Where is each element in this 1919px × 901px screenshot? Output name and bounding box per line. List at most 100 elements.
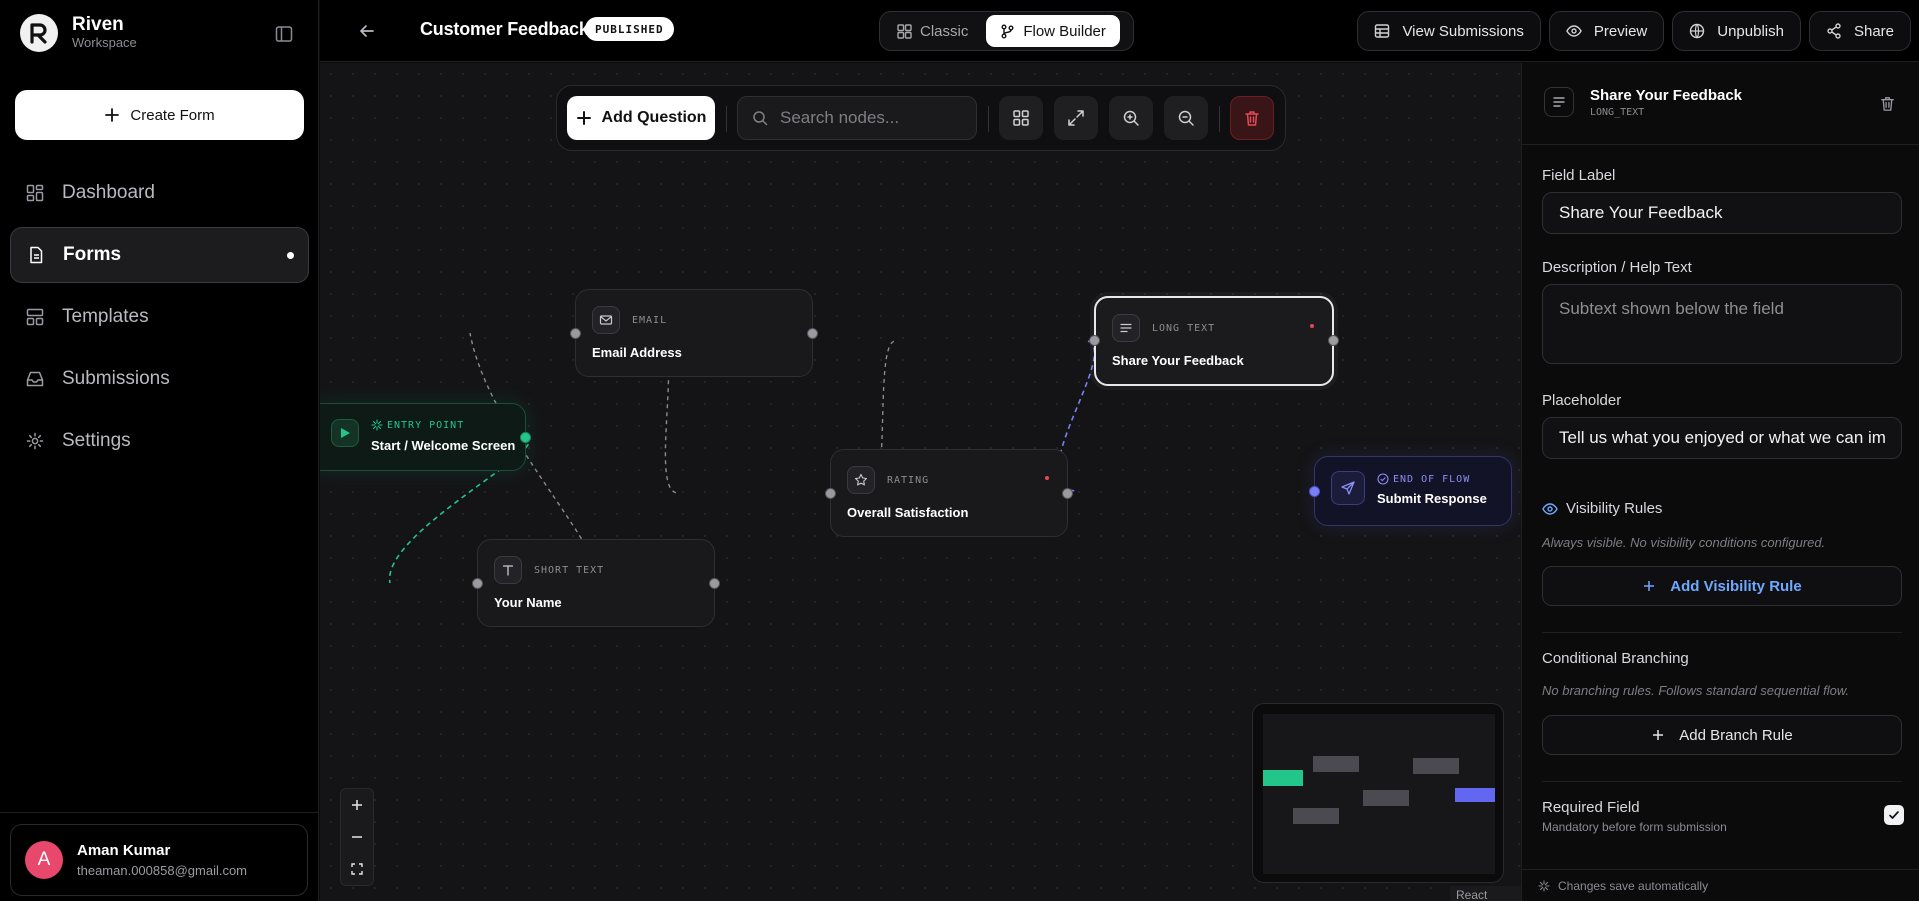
user-email: theaman.000858@gmail.com: [77, 863, 248, 878]
node-output-handle[interactable]: [1328, 335, 1339, 346]
node-input-handle[interactable]: [1309, 486, 1320, 497]
node-overall-satisfaction[interactable]: RATING Overall Satisfaction: [825, 449, 1073, 537]
required-indicator: [1045, 476, 1049, 480]
grid-icon: [26, 184, 44, 202]
type-icon: [494, 556, 522, 584]
mail-icon: [592, 306, 620, 334]
sidebar-item-submissions[interactable]: Submissions: [10, 351, 309, 407]
brand-subtitle: Workspace: [72, 35, 137, 50]
panel-header: Share Your Feedback LONG_TEXT: [1522, 63, 1919, 145]
section-divider: [1542, 632, 1902, 633]
sidebar-item-forms[interactable]: Forms: [10, 227, 309, 283]
zoom-out-icon: [1178, 110, 1194, 126]
user-name: Aman Kumar: [77, 842, 171, 859]
node-label: Start / Welcome Screen: [371, 438, 516, 453]
sidebar-item-dashboard[interactable]: Dashboard: [10, 165, 309, 221]
fit-view-control[interactable]: [341, 853, 373, 885]
minimap-node-short: [1293, 808, 1339, 824]
node-input-handle[interactable]: [570, 328, 581, 339]
zoom-in-icon: [1123, 110, 1139, 126]
sidebar-nav: Dashboard Forms Templates Submissions Se…: [10, 165, 309, 475]
node-label: Share Your Feedback: [1112, 353, 1244, 368]
search-nodes-input[interactable]: Search nodes...: [737, 96, 977, 140]
node-type: ENTRY POINT: [387, 420, 465, 431]
auto-layout-button[interactable]: [999, 96, 1043, 140]
share-button[interactable]: Share: [1808, 11, 1911, 51]
sidebar-item-label: Submissions: [62, 368, 170, 389]
node-entry-point[interactable]: ENTRY POINT Start / Welcome Screen: [320, 403, 531, 471]
required-checkbox[interactable]: [1884, 805, 1904, 825]
node-end-of-flow[interactable]: END OF FLOW Submit Response: [1309, 456, 1512, 526]
node-input-handle[interactable]: [825, 488, 836, 499]
field-label-input[interactable]: Share Your Feedback: [1542, 192, 1902, 234]
zoom-out-control[interactable]: [341, 821, 373, 853]
inbox-icon: [26, 371, 44, 387]
delete-field-button[interactable]: [1879, 95, 1896, 117]
search-placeholder: Search nodes...: [780, 108, 900, 127]
sparkle-icon: [1538, 879, 1550, 892]
add-question-button[interactable]: Add Question: [567, 96, 715, 140]
view-submissions-button[interactable]: View Submissions: [1357, 11, 1541, 51]
minimap-viewport: [1263, 714, 1495, 874]
node-output-handle[interactable]: [807, 328, 818, 339]
layout-grid-icon: [1013, 110, 1029, 126]
node-email-address[interactable]: EMAIL Email Address: [570, 289, 818, 377]
fit-view-button[interactable]: [1054, 96, 1098, 140]
panel-left-icon: [275, 26, 293, 42]
node-share-your-feedback[interactable]: LONG TEXT Share Your Feedback: [1089, 296, 1339, 386]
node-type: LONG TEXT: [1152, 323, 1216, 334]
tab-flow-builder[interactable]: Flow Builder: [986, 15, 1120, 47]
share-label: Share: [1853, 22, 1894, 40]
placeholder-heading: Placeholder: [1542, 392, 1622, 409]
node-input-handle[interactable]: [472, 578, 483, 589]
search-icon: [753, 111, 768, 126]
node-output-handle[interactable]: [709, 578, 720, 589]
status-badge: PUBLISHED: [585, 17, 674, 41]
sidebar: Riven Workspace Create Form Dashboard Fo…: [0, 0, 319, 901]
node-your-name[interactable]: SHORT TEXT Your Name: [472, 539, 720, 627]
align-left-icon: [1112, 314, 1140, 342]
create-form-button[interactable]: Create Form: [15, 90, 304, 140]
add-visibility-rule-button[interactable]: Add Visibility Rule: [1542, 566, 1902, 606]
minimap[interactable]: [1252, 703, 1504, 883]
add-branch-rule-button[interactable]: Add Branch Rule: [1542, 715, 1902, 755]
app-root: Riven Workspace Create Form Dashboard Fo…: [0, 0, 1919, 901]
avatar: A: [25, 841, 63, 879]
builder-mode-toggle: Classic Flow Builder: [879, 11, 1134, 51]
plus-icon: [352, 800, 362, 810]
add-question-label: Add Question: [601, 109, 707, 126]
brand[interactable]: Riven Workspace: [20, 14, 137, 52]
node-label: Email Address: [592, 345, 682, 360]
toolbar-divider: [1219, 106, 1220, 132]
zoom-in-control[interactable]: [341, 789, 373, 821]
node-output-handle[interactable]: [520, 432, 531, 443]
minimap-node-email: [1313, 756, 1359, 772]
zoom-in-button[interactable]: [1109, 96, 1153, 140]
user-card[interactable]: A Aman Kumar theaman.000858@gmail.com: [10, 824, 308, 896]
description-textarea[interactable]: Subtext shown below the field: [1542, 284, 1902, 364]
placeholder-input[interactable]: Tell us what you enjoyed or what we can …: [1542, 417, 1902, 459]
align-left-icon: [1544, 87, 1574, 117]
node-output-handle[interactable]: [1062, 488, 1073, 499]
sidebar-collapse-button[interactable]: [272, 22, 296, 46]
sparkle-icon: [371, 419, 383, 431]
zoom-out-button[interactable]: [1164, 96, 1208, 140]
delete-node-button[interactable]: [1230, 96, 1274, 140]
visibility-rules-heading: Visibility Rules: [1542, 500, 1662, 517]
unpublish-button[interactable]: Unpublish: [1672, 11, 1801, 51]
flow-canvas[interactable]: Add Question Search nodes... ENTRY POINT…: [320, 63, 1521, 901]
plus-icon: [105, 108, 120, 122]
back-button[interactable]: [356, 20, 378, 42]
react-flow-attribution[interactable]: React Flow: [1450, 886, 1521, 901]
preview-button[interactable]: Preview: [1548, 11, 1665, 51]
node-input-handle[interactable]: [1089, 335, 1100, 346]
play-icon: [331, 419, 359, 447]
sidebar-item-settings[interactable]: Settings: [10, 413, 309, 469]
trash-icon: [1881, 97, 1894, 111]
branching-heading: Conditional Branching: [1542, 650, 1689, 667]
panel-title: Share Your Feedback: [1590, 87, 1743, 104]
tab-classic[interactable]: Classic: [883, 15, 982, 47]
sidebar-item-templates[interactable]: Templates: [10, 289, 309, 345]
layout-icon: [26, 308, 44, 326]
globe-icon: [1690, 23, 1705, 39]
